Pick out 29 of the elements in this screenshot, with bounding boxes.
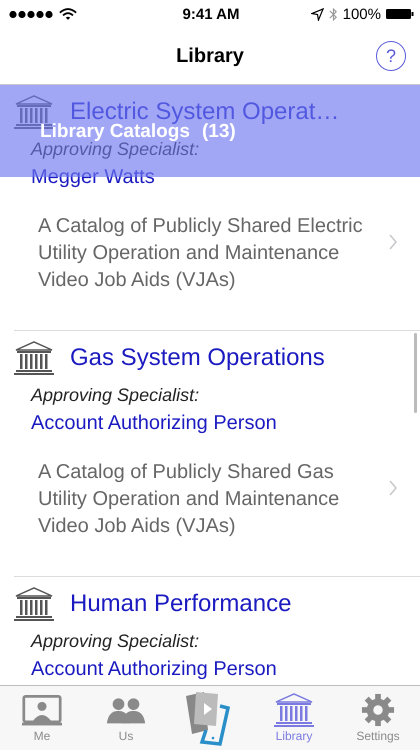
chevron-right-icon[interactable]: [388, 232, 398, 250]
chevron-right-icon[interactable]: [388, 478, 398, 496]
bluetooth-icon: [328, 6, 338, 22]
signal-icon: [8, 10, 54, 18]
battery-icon: [386, 8, 414, 20]
catalog-description: A Catalog of Publicly Shared Electric Utility Operation and Maintenance Video Job Aids (VJAs): [38, 214, 364, 293]
section-count: (13): [202, 121, 236, 143]
page-title: Library: [176, 44, 244, 68]
approver-name: Account Authorizing Person: [31, 658, 278, 681]
approver-label: Approving Specialist:: [31, 631, 200, 652]
catalog-description: A Catalog of Publicly Shared Gas Utility Operation and Maintenance Video Job Aids (VJAs): [38, 460, 340, 539]
help-button[interactable]: ?: [376, 41, 406, 71]
tab-item[interactable]: Us: [84, 686, 168, 750]
tab-item[interactable]: Me: [0, 686, 84, 750]
tab-item[interactable]: Library: [252, 686, 336, 750]
building-icon: [274, 693, 314, 727]
building-icon: [14, 587, 54, 621]
approver-name: Account Authorizing Person: [31, 412, 278, 435]
location-icon: [310, 8, 324, 20]
building-icon: [14, 341, 54, 375]
battery-percent: 100%: [342, 6, 381, 22]
catalog-title[interactable]: Gas System Operations: [70, 344, 325, 372]
person-monitor-icon: [22, 693, 62, 727]
tab-item[interactable]: Settings: [336, 686, 420, 750]
approver-name: Megger Watts: [31, 166, 156, 189]
approver-label: Approving Specialist:: [31, 385, 200, 406]
catalog-title[interactable]: Human Performance: [70, 590, 292, 618]
status-time: 9:41 AM: [182, 6, 240, 22]
wifi-icon: [59, 8, 77, 20]
